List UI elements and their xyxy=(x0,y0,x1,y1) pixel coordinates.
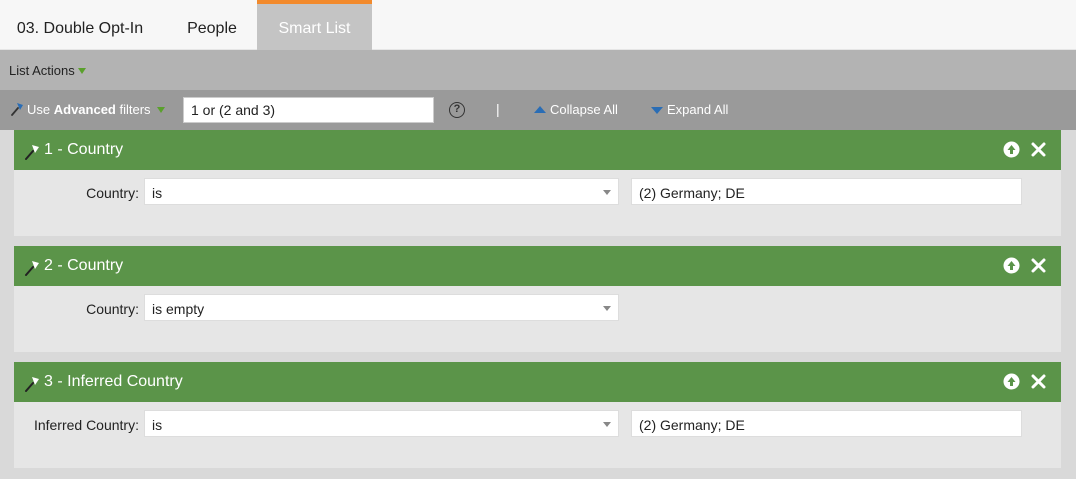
close-x-icon[interactable] xyxy=(1030,257,1047,274)
field-label: Country: xyxy=(86,185,139,201)
magic-wand-icon xyxy=(25,145,39,160)
operator-select[interactable]: is empty xyxy=(144,294,619,321)
operator-select[interactable]: is xyxy=(144,178,619,205)
triangle-down-icon xyxy=(651,107,663,114)
advanced-bold: Advanced xyxy=(53,102,116,117)
arrow-up-circle-icon[interactable] xyxy=(1003,373,1020,390)
list-actions-bar: List Actions xyxy=(0,50,1076,90)
triangle-up-icon xyxy=(534,106,546,113)
filter-title: 3 - Inferred Country xyxy=(44,373,183,390)
expand-all-link[interactable]: Expand All xyxy=(651,102,728,117)
filter-header[interactable]: 1 - Country xyxy=(14,130,1061,170)
filter-header[interactable]: 3 - Inferred Country xyxy=(14,362,1061,402)
arrow-up-circle-icon[interactable] xyxy=(1003,141,1020,158)
dropdown-arrow-icon xyxy=(603,422,611,427)
tab-smart-list[interactable]: Smart List xyxy=(257,0,372,50)
arrow-up-circle-icon[interactable] xyxy=(1003,257,1020,274)
filter-card: 3 - Inferred Country Inferred Country: i… xyxy=(14,362,1061,468)
magic-wand-icon xyxy=(11,103,23,116)
value-input[interactable]: (2) Germany; DE xyxy=(631,410,1022,437)
advanced-prefix: Use xyxy=(27,102,54,117)
filter-header[interactable]: 2 - Country xyxy=(14,246,1061,286)
caret-down-icon xyxy=(77,68,86,74)
dropdown-arrow-icon xyxy=(603,190,611,195)
field-label: Inferred Country: xyxy=(33,417,139,433)
list-actions-menu[interactable]: List Actions xyxy=(9,63,86,78)
value-input[interactable]: (2) Germany; DE xyxy=(631,178,1022,205)
advanced-filters-toggle[interactable]: Use Advanced filters xyxy=(10,102,165,117)
tab-people[interactable]: People xyxy=(167,0,257,50)
field-label: Country: xyxy=(86,301,139,317)
filter-title: 1 - Country xyxy=(44,141,124,158)
tab-double-opt-in[interactable]: 03. Double Opt-In xyxy=(0,0,160,50)
caret-down-icon xyxy=(156,107,165,113)
toolbar-separator: | xyxy=(496,101,500,117)
help-icon[interactable]: ? xyxy=(449,102,465,118)
filter-toolbar: Use Advanced filters ? | Collapse All Ex… xyxy=(0,90,1076,130)
operator-select[interactable]: is xyxy=(144,410,619,437)
operator-value: is empty xyxy=(152,301,205,317)
filter-title: 2 - Country xyxy=(44,257,124,274)
operator-value: is xyxy=(152,417,163,433)
tab-bar: 03. Double Opt-In People Smart List xyxy=(0,0,1076,50)
magic-wand-icon xyxy=(25,261,39,276)
filter-card: 2 - Country Country: is empty xyxy=(14,246,1061,352)
close-x-icon[interactable] xyxy=(1030,373,1047,390)
dropdown-arrow-icon xyxy=(603,306,611,311)
advanced-suffix: filters xyxy=(115,102,151,117)
list-actions-label: List Actions xyxy=(9,63,75,78)
filter-logic-input[interactable] xyxy=(183,97,434,123)
operator-value: is xyxy=(152,185,163,201)
expand-all-label: Expand All xyxy=(667,102,729,117)
collapse-all-link[interactable]: Collapse All xyxy=(534,102,618,117)
filter-card: 1 - Country Country: is (2) Germany; DE xyxy=(14,130,1061,236)
close-x-icon[interactable] xyxy=(1030,141,1047,158)
collapse-all-label: Collapse All xyxy=(550,102,618,117)
magic-wand-icon xyxy=(25,377,39,392)
